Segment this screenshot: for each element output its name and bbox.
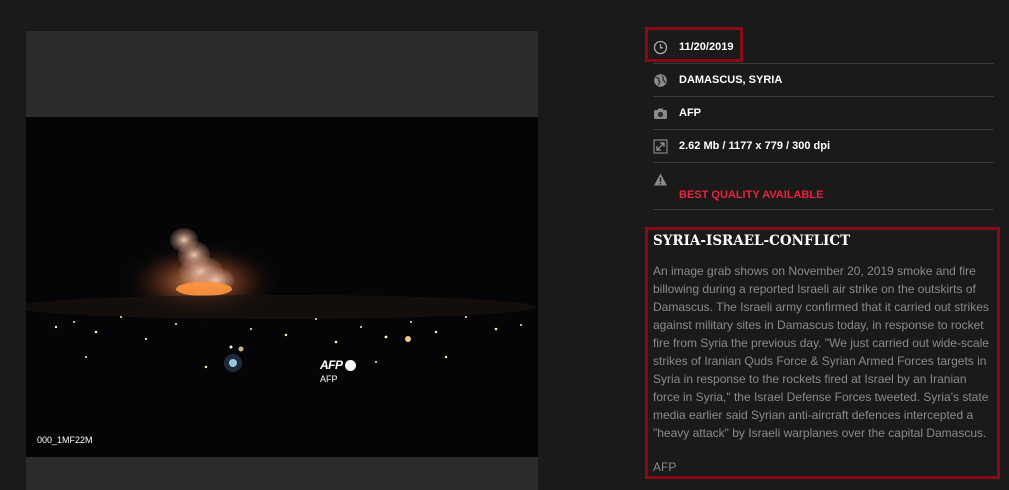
globe-icon	[654, 74, 667, 87]
camera-icon	[654, 108, 667, 119]
afp-watermark-logo: AFP	[320, 358, 356, 372]
meta-row-location: DAMASCUS, SYRIA	[653, 64, 994, 97]
warning-icon	[654, 173, 667, 186]
image-viewer: AFP AFP 000_1MF22M	[26, 31, 538, 490]
date-highlight-box	[645, 27, 743, 62]
night-explosion-scene	[26, 117, 538, 457]
meta-row-quality: BEST QUALITY AVAILABLE	[653, 163, 994, 210]
file-info-value: 2.62 Mb / 1177 x 779 / 300 dpi	[679, 140, 831, 152]
news-photo[interactable]: AFP AFP 000_1MF22M	[26, 117, 538, 457]
afp-watermark-caption: AFP	[320, 374, 338, 384]
meta-row-credit: AFP	[653, 97, 994, 130]
image-id: 000_1MF22M	[37, 435, 93, 445]
caption-credit: AFP	[653, 460, 677, 474]
location-value: DAMASCUS, SYRIA	[679, 74, 783, 86]
caption-title: SYRIA-ISRAEL-CONFLICT	[653, 233, 851, 249]
quality-warning: BEST QUALITY AVAILABLE	[679, 189, 824, 201]
meta-row-file-info: 2.62 Mb / 1177 x 779 / 300 dpi	[653, 130, 994, 163]
resize-icon	[653, 139, 668, 154]
afp-logo-dot	[344, 359, 356, 371]
credit-value: AFP	[679, 107, 701, 119]
caption-body: An image grab shows on November 20, 2019…	[653, 264, 989, 440]
